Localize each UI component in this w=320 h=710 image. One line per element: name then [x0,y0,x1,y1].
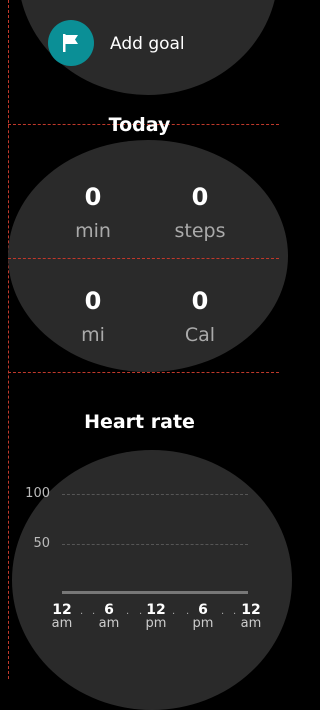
x-tick-12am-period: am [51,616,73,631]
divider-3 [8,372,279,373]
stat-calories: 0 Cal [145,288,255,346]
add-goal-button[interactable] [48,20,94,66]
tick-dot: · [126,609,130,620]
x-tick-12pm-num: 12 [146,602,166,618]
x-tick-6am: 6 am [89,603,129,631]
x-tick-12am-end-period: am [240,616,262,631]
x-tick-6pm-period: pm [192,616,214,631]
tick-dot: · [80,609,84,620]
stat-calories-value: 0 [191,287,209,315]
stat-minutes-unit: min [75,220,111,242]
stat-miles-unit: mi [81,324,105,346]
stat-miles: 0 mi [38,288,148,346]
x-tick-12am-num: 12 [52,602,72,618]
heart-rate-title: Heart rate [84,411,195,433]
x-tick-12am-end: 12 am [231,603,271,631]
x-tick-6am-period: am [98,616,120,631]
add-goal-label[interactable]: Add goal [110,34,185,54]
divider-2 [8,258,279,259]
x-tick-12am-end-num: 12 [241,602,261,618]
today-title: Today [108,114,171,136]
x-tick-12am: 12 am [42,603,82,631]
stat-miles-value: 0 [84,287,102,315]
stat-calories-unit: Cal [184,324,216,346]
y-tick-100: 100 [25,486,50,501]
heart-rate-card-bg [12,450,292,710]
x-tick-6pm-num: 6 [198,602,208,618]
x-tick-6am-num: 6 [104,602,114,618]
stat-steps-unit: steps [174,220,226,242]
x-tick-6pm: 6 pm [183,603,223,631]
flag-icon [63,34,78,52]
chart-baseline [62,591,248,594]
stat-minutes-value: 0 [84,183,102,211]
stat-steps: 0 steps [145,184,255,242]
tick-dot: · [221,609,225,620]
gridline-100 [62,494,248,495]
left-guide [8,0,9,679]
x-tick-12pm-period: pm [145,616,167,631]
gridline-50 [62,544,248,545]
x-tick-12pm: 12 pm [136,603,176,631]
stat-minutes: 0 min [38,184,148,242]
y-tick-50: 50 [33,536,50,551]
stat-steps-value: 0 [191,183,209,211]
tick-dot: · [172,609,176,620]
